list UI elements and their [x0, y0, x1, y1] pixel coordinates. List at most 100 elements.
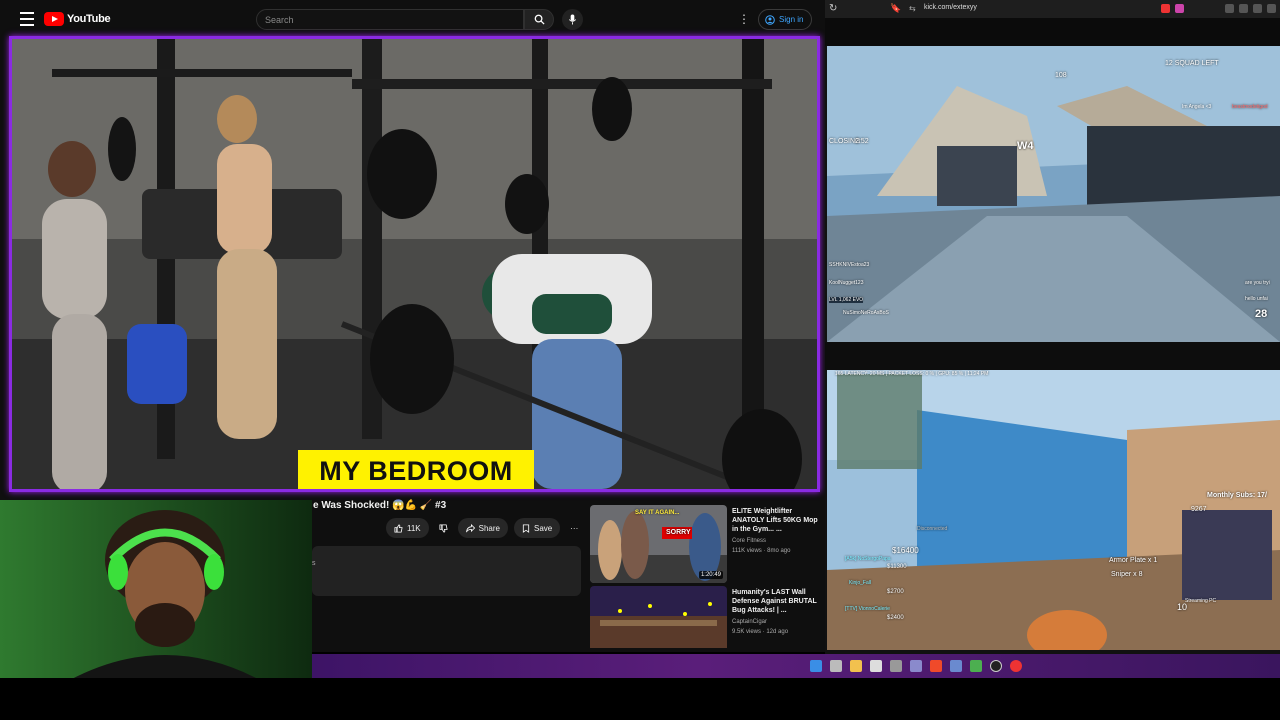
ammo-count: 28	[1255, 308, 1268, 320]
save-icon	[522, 523, 530, 533]
sign-in-button[interactable]: Sign in	[758, 9, 813, 30]
recording-app-icon[interactable]	[1010, 660, 1022, 672]
stream-video-valorant[interactable]: 165 LATENCY: 20 MS | PACKET LOSS: 0 % | …	[827, 370, 1280, 650]
share-icon	[465, 523, 475, 532]
sign-in-label: Sign in	[779, 15, 804, 24]
teammate-money: $2700	[887, 589, 904, 595]
recommendation-meta: 111K views · 8mo ago	[732, 548, 791, 554]
ring-closing-timer: 2:52	[855, 138, 869, 145]
recommendation-meta: 9.5K views · 12d ago	[732, 629, 789, 635]
teammate-name: [TTV] VionnoCalerie	[845, 606, 890, 612]
start-menu-icon[interactable]	[810, 660, 822, 672]
player-level: LVL 1,062 EVO	[829, 297, 864, 303]
youtube-logo[interactable]: YouTube	[44, 12, 111, 26]
dislike-button[interactable]	[435, 518, 452, 538]
recommendation-item[interactable]: SAY IT AGAIN... SORRY 1:20:49 ELITE Weig…	[590, 505, 820, 585]
save-label: Save	[534, 523, 553, 533]
description-box[interactable]	[312, 546, 581, 596]
chat-line: hello unfai	[1245, 296, 1268, 302]
thumbnail-image	[590, 586, 727, 648]
thumbnail-sorry-label: SORRY	[666, 529, 691, 536]
recommendation-channel[interactable]: CaptainCigar	[732, 619, 767, 625]
description-text-fragment: s	[312, 560, 316, 567]
microphone-icon	[568, 14, 577, 25]
search-button[interactable]	[524, 9, 554, 30]
downloads-icon[interactable]	[1239, 4, 1248, 13]
address-bar[interactable]: kick.com/extexyy	[924, 4, 977, 11]
extension-shield-icon[interactable]	[1161, 4, 1170, 13]
more-actions-button[interactable]: ···	[566, 518, 582, 538]
thumbs-up-icon	[394, 523, 403, 533]
windows-taskbar	[312, 654, 1280, 678]
recommendation-channel[interactable]: Core Fitness	[732, 538, 766, 544]
share-button[interactable]: Share	[457, 518, 508, 538]
nvidia-icon[interactable]	[970, 660, 982, 672]
reload-icon[interactable]: ↻	[829, 3, 837, 14]
kick-browser-window: ↻ 🔖 ⇆ kick.com/extexyy 12 SQUAD LEFT 108…	[825, 0, 1280, 654]
teammate-name: Kinjo_Fall	[849, 580, 871, 586]
sidebar-icon[interactable]	[1253, 4, 1262, 13]
stream-separator	[825, 342, 1280, 370]
letterbox-bottom	[0, 678, 1280, 720]
killfeed-entry: beastmodetigod	[1232, 104, 1268, 110]
browser-toolbar: ↻ 🔖 ⇆ kick.com/extexyy	[825, 0, 1280, 18]
hamburger-menu-icon[interactable]	[20, 12, 34, 26]
building-label: W4	[1017, 140, 1034, 152]
settings-app-icon[interactable]	[910, 660, 922, 672]
monthly-subs-counter: Monthly Subs: 17/	[1207, 492, 1267, 499]
video-duration: 1:20:49	[698, 571, 723, 579]
squadmate-name: SSHKNIVEstoa23	[829, 262, 870, 268]
recommendation-thumbnail[interactable]	[590, 586, 727, 652]
video-caption-overlay: MY BEDROOM	[298, 450, 534, 489]
youtube-logo-text: YouTube	[67, 13, 111, 25]
video-title: e Was Shocked! 😱💪 🧹 #3	[313, 500, 447, 511]
share-label: Share	[478, 523, 500, 533]
video-actions: 11K Share Save ···	[386, 518, 582, 538]
extensions-icon[interactable]	[1225, 4, 1234, 13]
teammate-money: $2400	[887, 615, 904, 621]
performance-stats: 165 LATENCY: 20 MS | PACKET LOSS: 0 % | …	[835, 371, 989, 377]
player-name: NuSimoNeRoAsBoS	[843, 310, 889, 316]
disconnected-label: Disconnected	[917, 526, 948, 532]
video-frame	[12, 39, 817, 489]
notepad-icon[interactable]	[870, 660, 882, 672]
recommendation-title[interactable]: ELITE Weightlifter ANATOLY Lifts 50KG Mo…	[732, 507, 818, 534]
teammate-money: $11300	[887, 564, 907, 570]
brave-browser-icon[interactable]	[930, 660, 942, 672]
extension-triangle-icon[interactable]	[1175, 4, 1184, 13]
thumbs-down-icon	[439, 523, 448, 533]
youtube-play-icon	[44, 12, 64, 26]
youtube-header: YouTube ⋮ Sign in	[0, 0, 825, 38]
site-info-icon[interactable]: ⇆	[909, 4, 916, 13]
profile-icon[interactable]	[1267, 4, 1276, 13]
voice-search-button[interactable]	[562, 9, 583, 30]
recommendation-thumbnail[interactable]: SAY IT AGAIN... SORRY 1:20:49	[590, 505, 727, 583]
like-button[interactable]: 11K	[386, 518, 429, 538]
squads-left-label: 12 SQUAD LEFT	[1165, 60, 1219, 67]
bookmark-icon[interactable]: 🔖	[890, 3, 901, 14]
recommendation-title[interactable]: Humanity's LAST Wall Defense Against BRU…	[732, 588, 818, 615]
sniper-ammo-text: Sniper x 8	[1111, 571, 1143, 578]
search-icon	[534, 14, 545, 25]
more-options-icon[interactable]: ⋮	[738, 12, 750, 26]
chat-line: are you tryi	[1245, 280, 1270, 286]
search-taskbar-icon[interactable]	[830, 660, 842, 672]
thumbnail-caption: SAY IT AGAIN...	[635, 510, 680, 516]
obs-icon[interactable]	[990, 660, 1002, 672]
stream-header-area	[825, 18, 1280, 46]
calculator-icon[interactable]	[890, 660, 902, 672]
game-scene-1	[827, 46, 1280, 342]
app-grid-icon[interactable]	[950, 660, 962, 672]
search-input[interactable]	[256, 9, 524, 30]
save-button[interactable]: Save	[514, 518, 561, 538]
credits-counter: 9267	[1191, 506, 1207, 513]
file-explorer-icon[interactable]	[850, 660, 862, 672]
like-count: 11K	[407, 523, 421, 533]
video-player[interactable]: MY BEDROOM	[9, 36, 820, 492]
stream-video-apex[interactable]: 12 SQUAD LEFT 108 CLOSING 2:52 W4 Im Ang…	[827, 46, 1280, 342]
compass-heading: 108	[1055, 72, 1067, 79]
camera-label: Streaming PC	[1185, 598, 1217, 604]
squadmate-name: KoolNugget123	[829, 280, 864, 286]
streamer-webcam	[0, 500, 312, 680]
recommendation-item[interactable]: Humanity's LAST Wall Defense Against BRU…	[590, 586, 820, 652]
